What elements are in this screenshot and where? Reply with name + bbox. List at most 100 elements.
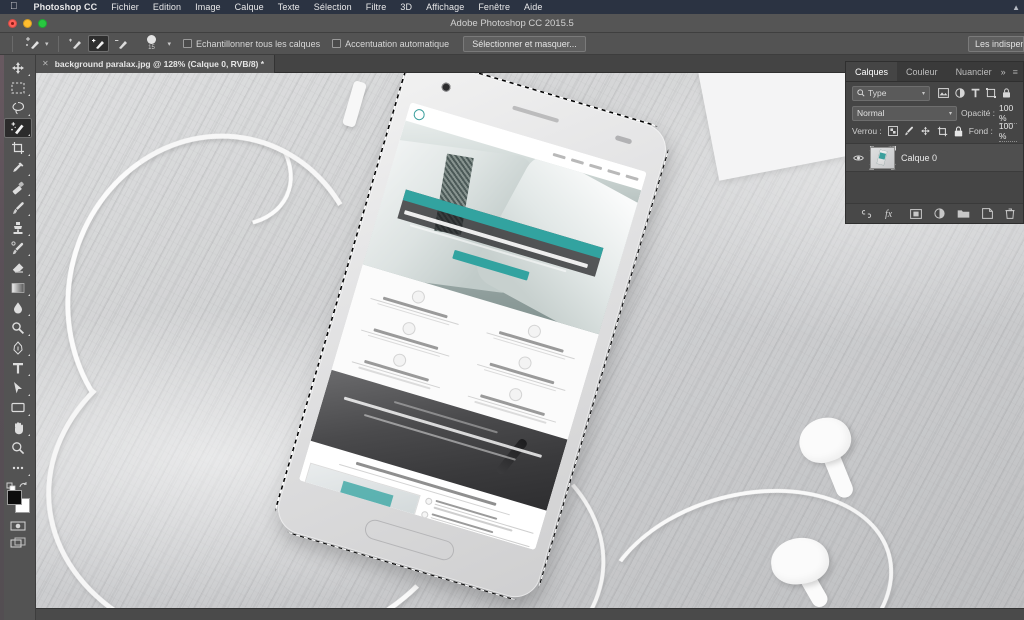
crop-tool[interactable] — [4, 138, 32, 158]
delete-layer-icon[interactable] — [1005, 208, 1015, 219]
pen-tool[interactable] — [4, 338, 32, 358]
brush-preview-icon — [147, 35, 157, 44]
auto-enhance-checkbox[interactable]: Accentuation automatique — [332, 39, 449, 49]
smartphone-mockup — [271, 73, 673, 604]
add-to-selection-button[interactable] — [87, 35, 109, 52]
link-layers-icon[interactable] — [860, 209, 873, 218]
foreground-color-swatch[interactable] — [6, 490, 22, 505]
menu-item-image[interactable]: Image — [188, 0, 228, 14]
spot-healing-brush-tool[interactable] — [4, 178, 32, 198]
photoshop-window:  Photoshop CC Fichier Edition Image Cal… — [0, 0, 1024, 620]
chevron-double-right-icon[interactable]: » — [1001, 67, 1006, 77]
menu-item-photoshop[interactable]: Photoshop CC — [27, 0, 105, 14]
layer-filter-row: Type ▾ — [846, 82, 1023, 104]
layer-styles-fx-icon[interactable]: fx — [885, 208, 898, 219]
tool-submenu-indicator — [27, 473, 30, 476]
lock-transparent-pixels-icon[interactable] — [887, 126, 898, 136]
lock-all-icon[interactable] — [954, 125, 963, 137]
sample-all-layers-checkbox[interactable]: Echantillonner tous les calques — [183, 39, 320, 49]
type-tool[interactable] — [4, 358, 32, 378]
hand-tool[interactable] — [4, 418, 32, 438]
panel-tab-bar: Calques Couleur Nuancier » ≡ — [846, 62, 1023, 82]
feature-icon — [400, 320, 418, 337]
new-group-icon[interactable] — [957, 209, 970, 219]
pixel-filter-icon[interactable] — [938, 88, 949, 98]
document-tab[interactable]: ✕ background paralax.jpg @ 128% (Calque … — [36, 54, 276, 73]
shape-filter-icon[interactable] — [986, 88, 996, 98]
gradient-tool[interactable] — [4, 278, 32, 298]
chevron-down-icon[interactable]: ▾ — [45, 40, 49, 48]
tab-couleur[interactable]: Couleur — [897, 62, 947, 81]
adjustment-filter-icon[interactable] — [955, 88, 965, 98]
menu-item-edition[interactable]: Edition — [146, 0, 188, 14]
tool-submenu-indicator — [27, 313, 30, 316]
text-filter-icon[interactable] — [971, 88, 980, 98]
edit-toolbar-tool[interactable] — [4, 458, 32, 478]
workspace-switcher-button[interactable]: Les indispen — [968, 35, 1024, 52]
brush-tool[interactable] — [4, 198, 32, 218]
chevron-down-icon[interactable]: ▾ — [949, 110, 952, 117]
add-layer-mask-icon[interactable] — [910, 208, 922, 219]
menu-item-calque[interactable]: Calque — [228, 0, 271, 14]
fill-value[interactable]: 100 % — [998, 121, 1017, 142]
smart-object-filter-icon[interactable] — [1002, 88, 1011, 98]
layer-filter-type-select[interactable]: Type ▾ — [852, 85, 930, 101]
select-and-mask-button[interactable]: Sélectionner et masquer... — [463, 35, 586, 52]
close-icon[interactable]: ✕ — [42, 59, 49, 68]
quick-mask-mode-button[interactable] — [7, 518, 29, 533]
eyedropper-tool[interactable] — [4, 158, 32, 178]
layer-filter-type-label: Type — [868, 88, 887, 98]
zoom-tool[interactable] — [4, 438, 32, 458]
new-layer-icon[interactable] — [982, 208, 993, 219]
blur-tool[interactable] — [4, 298, 32, 318]
menu-item-selection[interactable]: Sélection — [307, 0, 359, 14]
dodge-tool[interactable] — [4, 318, 32, 338]
tool-submenu-indicator — [27, 213, 30, 216]
tab-nuancier[interactable]: Nuancier — [947, 62, 1001, 81]
tool-submenu-indicator — [27, 253, 30, 256]
eraser-tool[interactable] — [4, 258, 32, 278]
new-selection-button[interactable] — [65, 35, 86, 52]
layer-name[interactable]: Calque 0 — [901, 153, 937, 163]
tool-preset-picker[interactable]: ▾ — [19, 35, 52, 53]
lock-position-icon[interactable] — [920, 126, 931, 137]
menu-item-filtre[interactable]: Filtre — [359, 0, 394, 14]
rectangular-marquee-tool[interactable] — [4, 78, 32, 98]
brush-size-picker[interactable]: 15 — [140, 35, 164, 52]
apple-logo-icon[interactable]:  — [8, 1, 27, 13]
wifi-icon[interactable]: ▲ — [1012, 3, 1020, 12]
quick-selection-tool[interactable] — [3, 118, 32, 138]
fill-label: Fond : — [968, 126, 993, 136]
new-adjustment-layer-icon[interactable] — [934, 208, 945, 219]
menu-item-aide[interactable]: Aide — [517, 0, 549, 14]
lock-label: Verrou : — [852, 126, 882, 136]
app-title-bar: Adobe Photoshop CC 2015.5 — [0, 14, 1024, 33]
chevron-down-icon[interactable]: ▾ — [922, 90, 925, 97]
eye-icon[interactable] — [853, 154, 864, 162]
menu-item-fichier[interactable]: Fichier — [104, 0, 146, 14]
color-swatches[interactable] — [4, 490, 32, 516]
mac-menu-bar:  Photoshop CC Fichier Edition Image Cal… — [0, 0, 1024, 14]
menu-item-texte[interactable]: Texte — [271, 0, 307, 14]
menu-item-3d[interactable]: 3D — [393, 0, 419, 14]
screen-mode-button[interactable] — [7, 535, 29, 550]
blend-mode-select[interactable]: Normal ▾ — [852, 105, 957, 121]
tool-submenu-indicator — [27, 333, 30, 336]
layer-row[interactable]: Calque 0 — [846, 144, 1023, 172]
history-brush-tool[interactable] — [4, 238, 32, 258]
path-selection-tool[interactable] — [4, 378, 32, 398]
tab-calques[interactable]: Calques — [846, 62, 898, 81]
brush-chevron-down-icon[interactable]: ▾ — [168, 40, 172, 48]
lock-artboard-icon[interactable] — [937, 126, 948, 137]
feature-icon — [410, 288, 427, 306]
move-tool[interactable] — [4, 58, 32, 78]
checkbox-box — [332, 39, 342, 48]
lasso-tool[interactable] — [4, 98, 32, 118]
menu-item-affichage[interactable]: Affichage — [419, 0, 471, 14]
menu-item-fenetre[interactable]: Fenêtre — [471, 0, 517, 14]
lock-image-pixels-icon[interactable] — [904, 126, 914, 136]
rectangle-tool[interactable] — [4, 398, 32, 418]
panel-menu-icon[interactable]: ≡ — [1013, 67, 1018, 77]
subtract-from-selection-button[interactable] — [111, 35, 132, 52]
clone-stamp-tool[interactable] — [4, 218, 32, 238]
